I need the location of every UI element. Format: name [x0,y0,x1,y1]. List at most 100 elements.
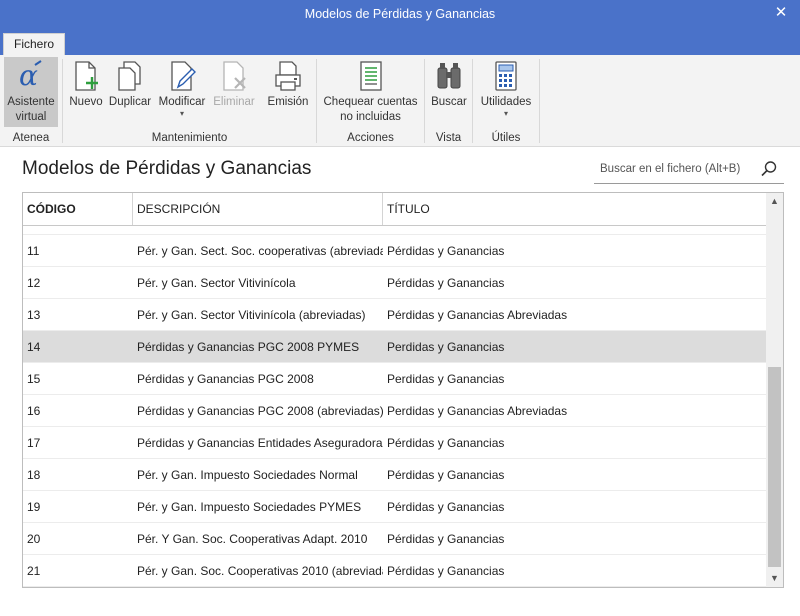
cell-descripcion: Pérdidas y Ganancias PGC 2008 PYMES [137,340,360,354]
buscar-button[interactable]: Buscar [429,57,469,110]
chequear-label-1: Chequear cuentas [323,96,418,108]
cell-titulo: Pérdidas y Ganancias Abreviadas [387,308,568,322]
calculator-icon [495,61,517,91]
cell-descripcion: Pér. y Gan. Sector Vitivinícola (abrevia… [137,308,366,322]
group-label-vista: Vista [435,132,462,144]
cell-titulo: Pérdidas y Ganancias [387,468,505,482]
utilidades-label: Utilidades [480,96,532,108]
asistente-label-1: Asistente [7,96,55,108]
cell-titulo: Perdidas y Ganancias [387,340,505,354]
asistente-label-2: virtual [15,111,47,123]
table-row[interactable]: 14 Pérdidas y Ganancias PGC 2008 PYMES Per… [23,331,767,363]
table-row[interactable]: 21 Pér. y Gan. Soc. Cooperativas 2010 (ab… [23,555,767,587]
duplicar-label: Duplicar [108,96,152,108]
cell-codigo: 17 [27,436,41,450]
eliminar-label: Eliminar [213,96,255,108]
eliminar-button: Eliminar [211,57,257,110]
cell-descripcion: Pér. y Gan. Soc. Cooperativas 2010 (abre… [137,564,383,578]
cell-titulo: Pérdidas y Ganancias [387,436,505,450]
cell-descripcion: Pér. y Gan. Sector Vitivinícola [137,276,296,290]
cell-titulo: Pérdidas y Ganancias [387,500,505,514]
emision-button[interactable]: Emisión [264,57,312,110]
tab-fichero[interactable]: Fichero [3,33,65,55]
cell-codigo: 18 [27,468,41,482]
checklist-icon [359,61,382,91]
group-atenea: α Asistente virtual Atenea [0,55,62,147]
cell-codigo: 13 [27,308,41,322]
duplicate-icon [118,61,141,91]
ribbon-tab-row: Fichero [0,30,800,55]
ribbon: α Asistente virtual Atenea Nuevo Duplica… [0,55,800,147]
table-row[interactable]: 20 Pér. Y Gan. Soc. Cooperativas Adapt. 2… [23,523,767,555]
edit-document-icon [171,61,196,91]
scroll-down-icon[interactable]: ▼ [766,570,783,587]
cell-codigo: 21 [27,564,41,578]
table-row[interactable]: 18 Pér. y Gan. Impuesto Sociedades Normal… [23,459,767,491]
cell-codigo: 12 [27,276,41,290]
cell-titulo: Pérdidas y Ganancias [387,276,505,290]
table-row[interactable]: 15 Pérdidas y Ganancias PGC 2008 Perdidas … [23,363,767,395]
group-acciones: Chequear cuentas no incluidas Acciones [317,55,424,147]
cell-titulo: Perdidas y Ganancias Abreviadas [387,404,568,418]
duplicar-button[interactable]: Duplicar [107,57,153,110]
buscar-label: Buscar [431,96,467,108]
cell-titulo: Perdidas y Ganancias [387,372,505,386]
table-row[interactable]: 17 Pérdidas y Ganancias Entidades Asegura… [23,427,767,459]
close-icon[interactable]: ✕ [770,3,792,25]
cell-descripcion: Pérdidas y Ganancias PGC 2008 [137,372,314,386]
nuevo-button[interactable]: Nuevo [67,57,105,110]
table-row[interactable]: 19 Pér. y Gan. Impuesto Sociedades PYMES P… [23,491,767,523]
emision-label: Emisión [267,96,309,108]
new-document-icon [75,61,98,91]
cell-descripcion: Pér. y Gan. Impuesto Sociedades PYMES [137,500,362,514]
scroll-up-icon[interactable]: ▲ [766,193,783,210]
page-title: Modelos de Pérdidas y Ganancias [22,158,312,179]
cell-codigo: 15 [27,372,41,386]
table-row[interactable]: 11 Pér. y Gan. Sect. Soc. cooperativas (a… [23,235,767,267]
cell-descripcion: Pérdidas y Ganancias Entidades Asegurado… [137,436,383,450]
table-row[interactable]: 12 Pér. y Gan. Sector Vitivinícola Pérdida… [23,267,767,299]
group-utiles: Utilidades ▾ Útiles [473,55,539,147]
chevron-down-icon: ▾ [503,109,508,118]
table-header: CÓDIGO DESCRIPCIÓN TÍTULO [23,193,767,226]
group-vista: Buscar Vista [425,55,472,147]
cell-codigo: 16 [27,404,41,418]
utilidades-button[interactable]: Utilidades ▾ [476,57,536,118]
cell-descripcion: Pér. y Gan. Sect. Soc. cooperativas (abr… [137,244,383,258]
cell-titulo: Pérdidas y Ganancias [387,244,505,258]
group-mantenimiento: Nuevo Duplicar Modificar ▾ Eliminar Emis… [63,55,316,147]
modificar-button[interactable]: Modificar ▾ [155,57,209,118]
table-row-partial [23,226,767,235]
ribbon-separator [539,59,540,143]
group-label-utiles: Útiles [491,132,521,144]
asistente-virtual-button[interactable]: α Asistente virtual [4,57,58,127]
binoculars-icon [437,63,461,89]
cell-descripcion: Pér. y Gan. Impuesto Sociedades Normal [137,468,358,482]
chevron-down-icon: ▾ [179,109,184,118]
title-bar: Modelos de Pérdidas y Ganancias ✕ [0,0,800,30]
search-icon[interactable] [760,160,778,178]
table-row[interactable]: 13 Pér. y Gan. Sector Vitivinícola (abrev… [23,299,767,331]
scrollbar-thumb[interactable] [768,367,781,567]
group-label-atenea: Atenea [12,132,50,144]
cell-titulo: Pérdidas y Ganancias [387,532,505,546]
vertical-scrollbar[interactable]: ▲ ▼ [766,193,783,587]
cell-codigo: 14 [27,340,41,354]
models-table: CÓDIGO DESCRIPCIÓN TÍTULO 11 Pér. y Gan. … [22,192,784,588]
cell-titulo: Pérdidas y Ganancias [387,564,505,578]
cell-codigo: 11 [27,244,40,258]
table-row[interactable]: 16 Pérdidas y Ganancias PGC 2008 (abrevia… [23,395,767,427]
header-codigo[interactable]: CÓDIGO [23,193,133,225]
cell-codigo: 19 [27,500,41,514]
window-title: Modelos de Pérdidas y Ganancias [304,7,496,21]
atenea-alpha-icon: α [19,59,42,92]
header-descripcion[interactable]: DESCRIPCIÓN [133,193,383,225]
header-titulo[interactable]: TÍTULO [383,193,767,225]
search-field[interactable]: Buscar en el fichero (Alt+B) [594,156,784,184]
search-input[interactable]: Buscar en el fichero (Alt+B) [600,163,740,175]
chequear-cuentas-button[interactable]: Chequear cuentas no incluidas [319,57,422,125]
group-label-acciones: Acciones [347,132,394,144]
delete-document-icon [223,61,246,91]
cell-descripcion: Pér. Y Gan. Soc. Cooperativas Adapt. 201… [137,532,368,546]
cell-codigo: 20 [27,532,41,546]
